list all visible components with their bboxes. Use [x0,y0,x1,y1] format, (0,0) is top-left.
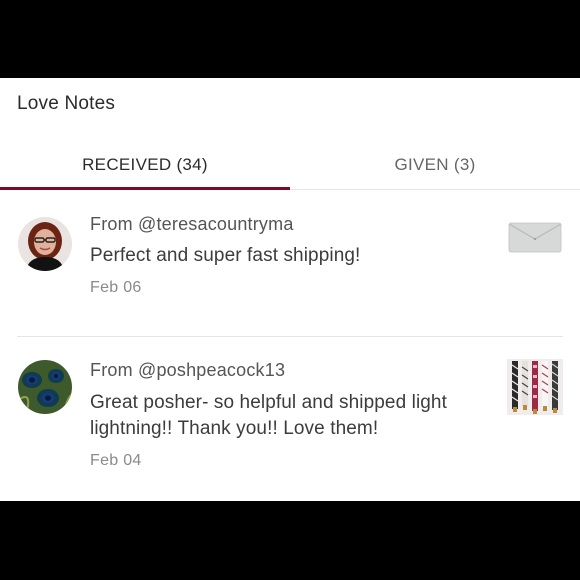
listing-thumbnail[interactable] [507,212,563,268]
woman-avatar-icon [18,217,72,271]
bag-straps-icon [507,359,563,415]
peacock-feather-icon [18,360,72,414]
avatar[interactable] [18,217,72,271]
love-note-item[interactable]: From @teresacountryma Perfect and super … [0,190,580,337]
tab-bar: RECEIVED (34) GIVEN (3) [0,140,580,190]
clutch-bag-icon [507,212,563,268]
note-message: Perfect and super fast shipping! [90,245,361,266]
tab-received[interactable]: RECEIVED (34) [0,140,290,190]
note-date: Feb 04 [90,452,142,469]
note-message: Great posher- so helpful and shipped lig… [90,392,447,439]
note-sender[interactable]: From @poshpeacock13 [90,360,285,381]
love-note-item[interactable]: From @poshpeacock13 Great posher- so hel… [0,337,580,501]
love-notes-screen: Love Notes RECEIVED (34) GIVEN (3) From … [0,78,580,501]
listing-thumbnail[interactable] [507,359,563,415]
tab-given[interactable]: GIVEN (3) [290,140,580,190]
note-date: Feb 06 [90,279,142,296]
avatar[interactable] [18,360,72,414]
page-title: Love Notes [17,93,116,114]
note-sender[interactable]: From @teresacountryma [90,214,294,235]
